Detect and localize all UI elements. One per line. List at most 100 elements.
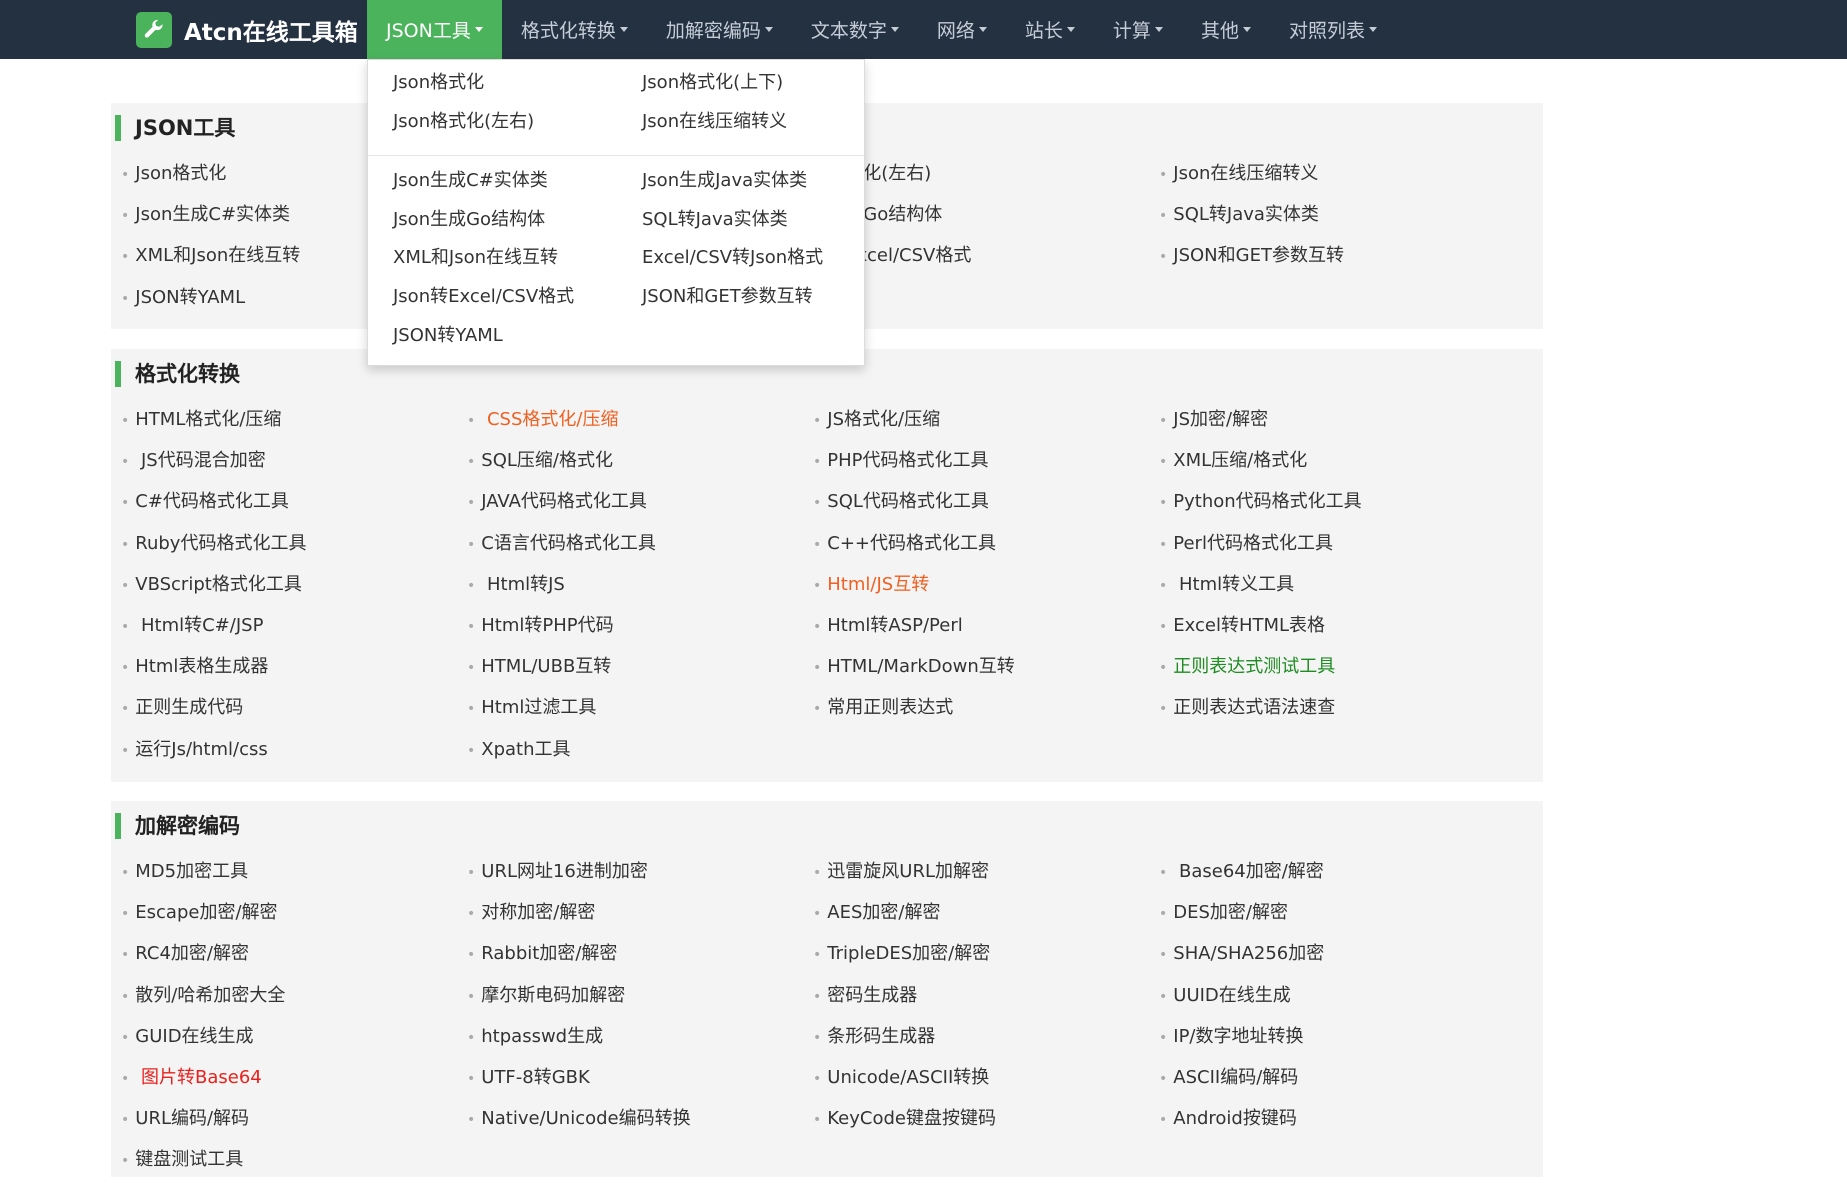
tool-link[interactable]: C++代码格式化工具 — [813, 529, 1159, 570]
dropdown-item[interactable]: Excel/CSV转Json格式 — [642, 243, 862, 282]
tool-link[interactable]: 正则表达式语法速查 — [1159, 693, 1505, 734]
tool-link[interactable]: GUID在线生成 — [121, 1022, 467, 1063]
tool-link[interactable]: JS代码混合加密 — [121, 446, 467, 487]
dropdown-item[interactable]: JSON和GET参数互转 — [642, 282, 862, 321]
tool-link[interactable]: UTF-8转GBK — [467, 1063, 813, 1104]
nav-format[interactable]: 格式化转换 — [502, 0, 647, 59]
section-title: 加解密编码 — [115, 813, 240, 839]
tool-link[interactable]: 正则表达式测试工具 — [1159, 652, 1505, 693]
nav-encrypt[interactable]: 加解密编码 — [647, 0, 792, 59]
tool-link[interactable]: Html表格生成器 — [121, 652, 467, 693]
tool-link[interactable]: HTML/UBB互转 — [467, 652, 813, 693]
dropdown-item[interactable]: Json格式化 — [393, 68, 642, 107]
tool-link[interactable]: Html/JS互转 — [813, 570, 1159, 611]
tool-link[interactable]: 密码生成器 — [813, 981, 1159, 1022]
tool-link[interactable]: Excel转HTML表格 — [1159, 611, 1505, 652]
tool-link[interactable]: Python代码格式化工具 — [1159, 487, 1505, 528]
dropdown-item[interactable]: JSON转YAML — [393, 321, 642, 360]
tool-link[interactable]: 常用正则表达式 — [813, 693, 1159, 734]
section-title: JSON工具 — [115, 115, 235, 141]
tool-link[interactable]: Ruby代码格式化工具 — [121, 529, 467, 570]
nav-webmaster[interactable]: 站长 — [1006, 0, 1094, 59]
tool-link[interactable]: MD5加密工具 — [121, 857, 467, 898]
nav-network[interactable]: 网络 — [918, 0, 1006, 59]
tool-link[interactable]: 正则生成代码 — [121, 693, 467, 734]
tool-link[interactable]: 运行Js/html/css — [121, 735, 467, 776]
tool-link[interactable]: C语言代码格式化工具 — [467, 529, 813, 570]
section-title: 格式化转换 — [115, 361, 240, 387]
caret-down-icon — [1154, 27, 1163, 32]
tool-link[interactable]: PHP代码格式化工具 — [813, 446, 1159, 487]
dropdown-item[interactable]: Json格式化(左右) — [393, 107, 642, 146]
tool-link[interactable]: htpasswd生成 — [467, 1022, 813, 1063]
tool-link[interactable]: IP/数字地址转换 — [1159, 1022, 1505, 1063]
tool-link[interactable]: URL网址16进制加密 — [467, 857, 813, 898]
tool-link[interactable]: C#代码格式化工具 — [121, 487, 467, 528]
tool-link[interactable]: DES加密/解密 — [1159, 898, 1505, 939]
tool-link[interactable]: JSON和GET参数互转 — [1159, 241, 1505, 282]
tool-link[interactable]: Unicode/ASCII转换 — [813, 1063, 1159, 1104]
nav-compare[interactable]: 对照列表 — [1270, 0, 1396, 59]
tool-link[interactable]: 键盘测试工具 — [121, 1145, 467, 1186]
dropdown-item[interactable]: XML和Json在线互转 — [393, 243, 642, 282]
tool-link[interactable]: TripleDES加密/解密 — [813, 939, 1159, 980]
nav-calc[interactable]: 计算 — [1094, 0, 1182, 59]
tool-link[interactable]: 条形码生成器 — [813, 1022, 1159, 1063]
tool-link[interactable]: JAVA代码格式化工具 — [467, 487, 813, 528]
tool-link[interactable]: JS格式化/压缩 — [813, 405, 1159, 446]
wrench-icon — [136, 11, 172, 48]
tool-link[interactable]: SQL压缩/格式化 — [467, 446, 813, 487]
tool-link[interactable]: 迅雷旋风URL加解密 — [813, 857, 1159, 898]
tool-link[interactable]: 对称加密/解密 — [467, 898, 813, 939]
tool-link[interactable]: Html转JS — [467, 570, 813, 611]
tool-link[interactable]: AES加密/解密 — [813, 898, 1159, 939]
dropdown-item[interactable]: Json生成Go结构体 — [393, 205, 642, 244]
tool-link[interactable]: JS加密/解密 — [1159, 405, 1505, 446]
tool-link[interactable]: Native/Unicode编码转换 — [467, 1104, 813, 1145]
tool-link[interactable]: CSS格式化/压缩 — [467, 405, 813, 446]
dropdown-item[interactable]: Json生成C#实体类 — [393, 166, 642, 205]
tool-link[interactable]: Html转C#/JSP — [121, 611, 467, 652]
caret-down-icon — [978, 27, 987, 32]
tool-link[interactable]: Json在线压缩转义 — [1159, 159, 1505, 200]
tool-link[interactable]: Rabbit加密/解密 — [467, 939, 813, 980]
caret-down-icon — [1242, 27, 1251, 32]
tool-link[interactable]: URL编码/解码 — [121, 1104, 467, 1145]
tool-link[interactable]: RC4加密/解密 — [121, 939, 467, 980]
tool-link[interactable]: Html转ASP/Perl — [813, 611, 1159, 652]
tool-link[interactable]: Html过滤工具 — [467, 693, 813, 734]
tool-link[interactable]: Xpath工具 — [467, 735, 813, 776]
json-tools-dropdown: Json格式化 Json格式化(上下) Json格式化(左右) Json在线压缩转义 … — [367, 59, 865, 366]
tool-link[interactable]: Html转PHP代码 — [467, 611, 813, 652]
tool-link[interactable]: ASCII编码/解码 — [1159, 1063, 1505, 1104]
tool-link[interactable]: 摩尔斯电码加解密 — [467, 981, 813, 1022]
tool-link[interactable]: 图片转Base64 — [121, 1063, 467, 1104]
nav-other[interactable]: 其他 — [1182, 0, 1270, 59]
tool-link[interactable]: Base64加密/解密 — [1159, 857, 1505, 898]
tool-link[interactable]: Android按键码 — [1159, 1104, 1505, 1145]
dropdown-item[interactable]: Json转Excel/CSV格式 — [393, 282, 642, 321]
tool-link[interactable]: UUID在线生成 — [1159, 981, 1505, 1022]
dropdown-item[interactable]: SQL转Java实体类 — [642, 205, 862, 244]
dropdown-item[interactable]: Json生成Java实体类 — [642, 166, 862, 205]
tool-link[interactable]: Escape加密/解密 — [121, 898, 467, 939]
caret-down-icon — [1368, 27, 1377, 32]
dropdown-group-generate: Json生成C#实体类 Json生成Java实体类 Json生成Go结构体 SQL转J… — [393, 166, 862, 359]
dropdown-item[interactable]: Json在线压缩转义 — [642, 107, 862, 146]
tool-link[interactable]: SQL转Java实体类 — [1159, 200, 1505, 241]
dropdown-group-format: Json格式化 Json格式化(上下) Json格式化(左右) Json在线压缩转义 — [393, 68, 862, 145]
tool-link[interactable]: VBScript格式化工具 — [121, 570, 467, 611]
brand-logo[interactable]: Atcn在线工具箱 — [136, 0, 358, 59]
tool-link[interactable]: 散列/哈希加密大全 — [121, 981, 467, 1022]
tool-link[interactable]: HTML/MarkDown互转 — [813, 652, 1159, 693]
nav-json[interactable]: JSON工具 — [367, 0, 502, 59]
nav-text[interactable]: 文本数字 — [792, 0, 918, 59]
tool-link[interactable]: SQL代码格式化工具 — [813, 487, 1159, 528]
tool-link[interactable]: SHA/SHA256加密 — [1159, 939, 1505, 980]
tool-link[interactable]: KeyCode键盘按键码 — [813, 1104, 1159, 1145]
tool-link[interactable]: HTML格式化/压缩 — [121, 405, 467, 446]
tool-link[interactable]: Html转义工具 — [1159, 570, 1505, 611]
tool-link[interactable]: XML压缩/格式化 — [1159, 446, 1505, 487]
tool-link[interactable]: Perl代码格式化工具 — [1159, 529, 1505, 570]
dropdown-item[interactable]: Json格式化(上下) — [642, 68, 862, 107]
